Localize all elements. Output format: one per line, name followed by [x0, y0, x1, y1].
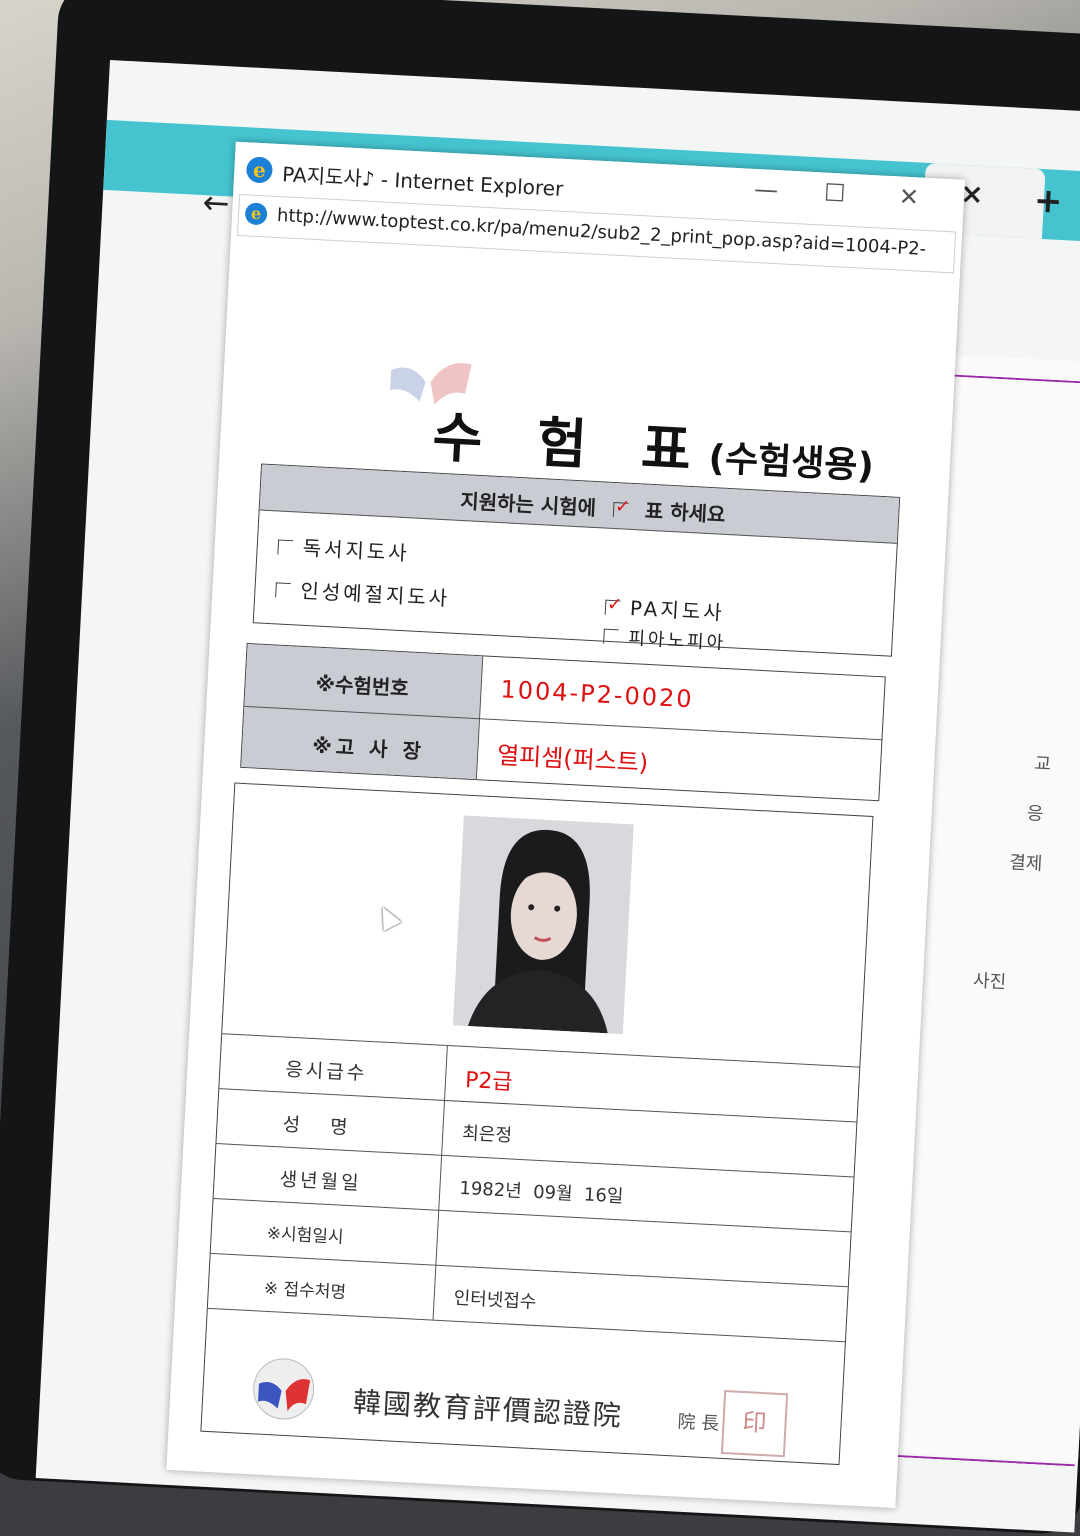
option-piano[interactable]: 피아노피아	[603, 623, 727, 655]
ie-popup-window: e PA지도사♪ - Internet Explorer — ☐ ✕ e htt…	[166, 141, 965, 1509]
laptop-screen: × + ← 교 응 결제 사진 e PA지도사♪ - Internet Expl…	[35, 60, 1080, 1533]
ticket-title-sub: (수험생용)	[707, 437, 875, 488]
exam-date-label: ※시험일시	[266, 1223, 345, 1248]
exam-ticket: 수 험 표(수험생용) 지원하는 시험에 표 하세요 독서지도사 인성예절지도사…	[189, 273, 910, 1486]
maximize-button[interactable]: ☐	[823, 179, 846, 208]
background-label: 결제	[1008, 852, 1043, 875]
checkbox-icon[interactable]	[277, 539, 294, 556]
birth-value: 1982년 09월 16일	[458, 1177, 624, 1208]
close-button[interactable]: ✕	[898, 182, 920, 211]
option-etiquette[interactable]: 인성예절지도사	[275, 573, 451, 611]
exam-selection-box: 지원하는 시험에 표 하세요 독서지도사 인성예절지도사 PA지도사 피아노피아	[252, 463, 901, 657]
birth-label: 생년월일	[279, 1168, 363, 1195]
background-label: 응	[1026, 803, 1044, 825]
option-pa[interactable]: PA지도사	[604, 591, 725, 626]
issuer-title: 院 長	[676, 1411, 720, 1435]
name-value: 최은정	[461, 1122, 513, 1147]
exam-site-value: 열피셈(퍼스트)	[496, 741, 649, 778]
exam-site-label: ※고 사 장	[311, 733, 426, 764]
minimize-button[interactable]: —	[753, 175, 778, 204]
checkbox-icon[interactable]	[603, 628, 619, 645]
grade-label: 응시급수	[284, 1058, 368, 1085]
checkbox-icon[interactable]	[275, 582, 291, 599]
name-label: 성 명	[281, 1113, 352, 1140]
window-title: PA지도사♪ - Internet Explorer	[281, 162, 564, 201]
exam-id-box: ※수험번호 1004-P2-0020 ※고 사 장 열피셈(퍼스트)	[240, 642, 886, 802]
applicant-photo	[452, 815, 634, 1035]
internet-explorer-icon: e	[245, 156, 274, 184]
page-icon: e	[244, 202, 268, 226]
background-label: 교	[1033, 753, 1052, 776]
checkbox-checked-icon[interactable]	[604, 599, 621, 616]
exam-number-value: 1004-P2-0020	[499, 675, 695, 714]
exam-number-label: ※수험번호	[315, 671, 410, 701]
official-seal: 印	[720, 1389, 789, 1458]
portrait-image	[452, 815, 634, 1035]
exam-header-text: 지원하는 시험에	[459, 488, 597, 521]
reception-value: 인터넷접수	[453, 1287, 537, 1314]
divider	[432, 1044, 448, 1320]
background-label: 사진	[972, 970, 1007, 994]
exam-header-suffix: 표 하세요	[644, 498, 726, 527]
applicant-info-box: 응시급수 P2급 성 명 최은정 생년월일 1982년 09월 16일 ※시험일…	[200, 782, 874, 1466]
checkmark-icon	[612, 501, 629, 518]
issuer-name: 韓國教育評價認證院	[352, 1385, 624, 1433]
grade-value: P2급	[464, 1067, 514, 1096]
new-tab-icon[interactable]: +	[1033, 181, 1064, 222]
option-reading[interactable]: 독서지도사	[277, 530, 410, 566]
back-arrow-icon[interactable]: ←	[202, 183, 231, 222]
reception-label: ※ 접수처명	[263, 1278, 347, 1304]
issuer-logo	[253, 1358, 315, 1420]
